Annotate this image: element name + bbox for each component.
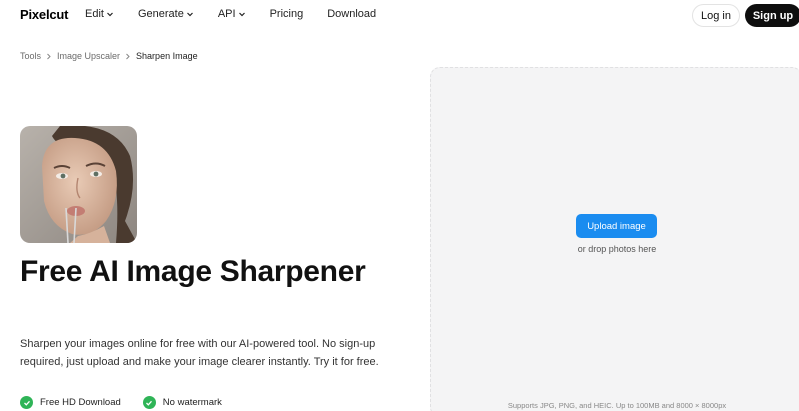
signup-button[interactable]: Sign up: [745, 4, 799, 27]
pixelcut-logo[interactable]: Pixelcut: [20, 7, 68, 22]
nav-item-label: API: [217, 8, 236, 20]
page-title: Free AI Image Sharpener: [20, 255, 366, 288]
badge-no-watermark: No watermark: [142, 396, 222, 409]
nav-item-label: Generate: [137, 8, 184, 20]
chevron-right-icon: [46, 53, 52, 60]
nav-item-generate[interactable]: Generate: [138, 8, 194, 20]
nav-item-label: Download: [327, 8, 377, 20]
drop-photos-text: or drop photos here: [577, 244, 657, 254]
top-nav: Pixelcut Edit Generate API Pricing Downl…: [0, 0, 799, 31]
nav-item-edit[interactable]: Edit: [85, 8, 114, 20]
feature-badges: Free HD Download No watermark: [20, 396, 244, 409]
nav-item-label: Pricing: [269, 8, 304, 20]
page-description: Sharpen your images online for free with…: [20, 338, 379, 368]
upload-dropzone[interactable]: Upload image or drop photos here Support…: [430, 67, 799, 411]
check-icon: [20, 396, 33, 409]
supported-formats-text: Supports JPG, PNG, and HEIC. Up to 100MB…: [507, 401, 727, 410]
breadcrumb-current: Sharpen Image: [136, 51, 198, 61]
badge-label: No watermark: [162, 397, 222, 408]
nav-menu: Edit Generate API Pricing Download: [85, 8, 400, 20]
upload-image-button[interactable]: Upload image: [576, 214, 657, 238]
nav-item-download[interactable]: Download: [327, 8, 376, 20]
hero-sample-image: [20, 126, 137, 243]
chevron-down-icon: [186, 12, 193, 17]
chevron-down-icon: [238, 12, 245, 17]
breadcrumb-image-upscaler[interactable]: Image Upscaler: [57, 51, 120, 61]
badge-free-hd-download: Free HD Download: [20, 396, 121, 409]
chevron-down-icon: [107, 12, 113, 17]
nav-item-label: Edit: [85, 8, 104, 20]
breadcrumb-tools[interactable]: Tools: [20, 51, 41, 61]
nav-item-pricing[interactable]: Pricing: [270, 8, 304, 20]
nav-item-api[interactable]: API: [218, 8, 246, 20]
check-icon: [142, 396, 156, 409]
badge-label: Free HD Download: [40, 397, 121, 408]
login-button[interactable]: Log in: [692, 4, 740, 27]
chevron-right-icon: [125, 53, 131, 60]
breadcrumb: Tools Image Upscaler Sharpen Image: [20, 51, 198, 61]
